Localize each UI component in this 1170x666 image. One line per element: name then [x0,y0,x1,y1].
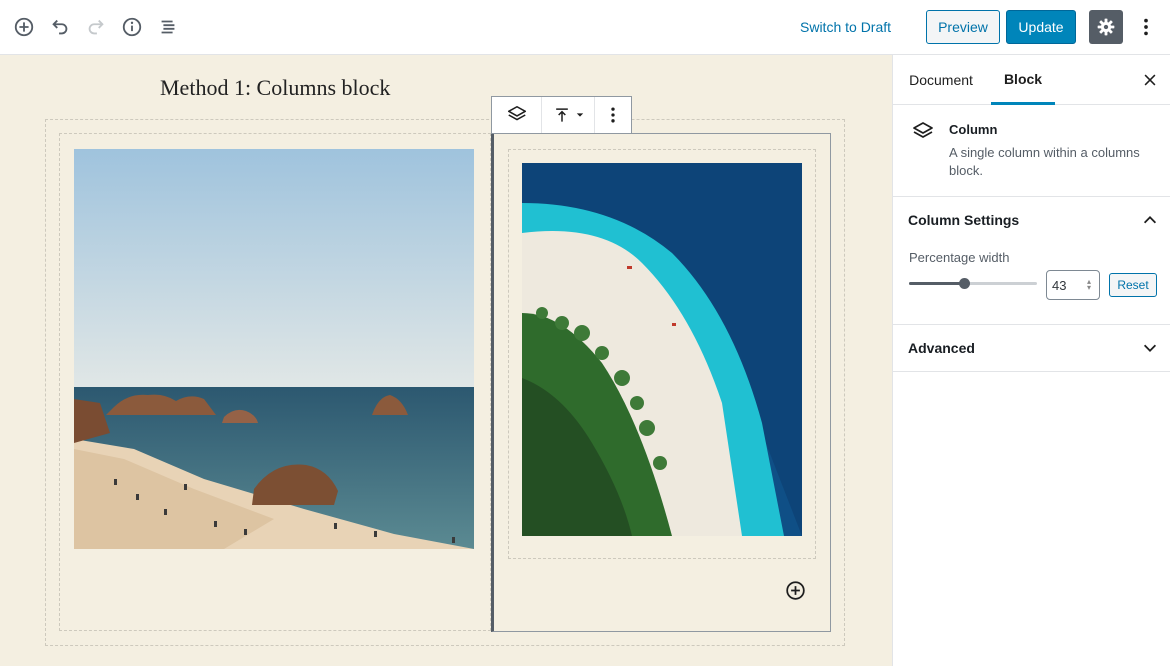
sidebar-tabs: Document Block [893,55,1170,105]
percentage-width-value: 43 [1052,277,1067,293]
advanced-panel-toggle[interactable]: Advanced [893,325,1170,371]
block-switcher-button[interactable] [492,97,542,133]
close-icon [1144,74,1156,86]
switch-to-draft-button[interactable]: Switch to Draft [800,16,891,38]
outline-icon[interactable] [153,12,183,42]
info-icon[interactable] [117,12,147,42]
close-sidebar-button[interactable] [1140,70,1160,90]
column-block-icon [913,122,933,138]
update-button[interactable]: Update [1006,10,1076,44]
beach-with-rocks-photo[interactable] [74,149,474,549]
slider-thumb[interactable] [959,278,971,289]
panel-divider [893,371,1170,372]
tab-document[interactable]: Document [901,55,981,105]
vertical-align-button[interactable] [542,97,595,133]
chevron-up-icon [1143,216,1157,224]
column-settings-title: Column Settings [908,212,1020,228]
percentage-width-input[interactable]: 43 ▴ ▾ [1046,270,1100,300]
column-block-icon [507,105,526,121]
advanced-title: Advanced [908,340,975,356]
editor-canvas: Method 1: Columns block [0,55,892,666]
add-block-icon[interactable] [9,12,39,42]
block-card: Column A single column within a columns … [893,106,1170,197]
block-card-description: A single column within a columns block. [949,145,1140,178]
editor-header: Switch to Draft Preview Update [0,0,1170,55]
block-more-options-button[interactable] [595,97,631,133]
more-options-button[interactable] [1134,12,1158,42]
more-vertical-icon [611,107,615,123]
settings-sidebar: Document Block Column A single column wi… [892,55,1170,666]
settings-button[interactable] [1089,10,1123,44]
percentage-width-label: Percentage width [909,250,1010,265]
undo-icon[interactable] [45,12,75,42]
column-settings-panel-toggle[interactable]: Column Settings [893,197,1170,243]
block-card-title: Column [949,122,998,137]
more-vertical-icon [1144,18,1148,36]
vertical-align-top-icon [556,108,568,122]
tab-block[interactable]: Block [991,55,1055,105]
gear-icon [1097,18,1115,36]
chevron-down-icon [576,113,584,117]
percentage-width-slider[interactable] [909,278,1037,289]
aerial-beach-photo[interactable] [522,163,802,536]
chevron-down-icon [1143,344,1157,352]
add-block-appender[interactable] [784,579,806,601]
heading-block[interactable]: Method 1: Columns block [160,75,390,101]
preview-button[interactable]: Preview [926,10,1000,44]
slider-fill [909,282,965,285]
reset-button[interactable]: Reset [1109,273,1157,297]
spinner-arrows-icon[interactable]: ▴ ▾ [1087,278,1091,292]
redo-icon[interactable] [81,12,111,42]
add-block-icon [785,580,805,600]
block-toolbar [491,96,632,134]
